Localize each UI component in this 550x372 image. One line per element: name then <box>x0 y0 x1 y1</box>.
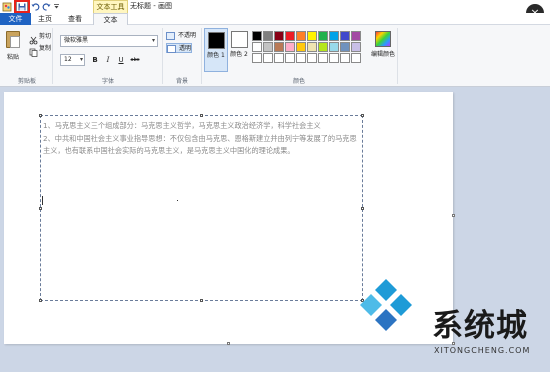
stray-dot <box>177 200 178 201</box>
font-size-value: 12 <box>64 56 72 63</box>
palette-swatch[interactable] <box>351 42 361 52</box>
palette-swatch[interactable] <box>263 42 273 52</box>
divider <box>201 28 202 84</box>
cut-button[interactable]: 剪切 <box>39 31 51 40</box>
clipboard-group-label: 剪贴板 <box>17 78 36 85</box>
resize-handle[interactable] <box>200 299 203 302</box>
paste-icon[interactable] <box>6 31 20 48</box>
edit-colors-icon <box>375 31 391 47</box>
divider <box>162 28 163 84</box>
strikethrough-button[interactable]: abc <box>128 54 142 66</box>
copy-icon <box>29 42 38 61</box>
palette-swatch[interactable] <box>318 53 328 63</box>
font-family-select[interactable]: 微软雅黑 ▾ <box>60 35 158 47</box>
palette-swatch[interactable] <box>296 42 306 52</box>
color2-swatch <box>231 31 248 48</box>
copy-button[interactable]: 复制 <box>39 43 51 52</box>
tab-text[interactable]: 文本 <box>93 13 128 25</box>
resize-handle[interactable] <box>39 207 42 210</box>
text-line: 1、马克思主义三个组成部分：马克思主义哲学，马克思主义政治经济学，科学社会主义 <box>43 121 321 130</box>
color1-label: 颜色 1 <box>207 52 225 59</box>
bold-button[interactable]: B <box>90 54 100 66</box>
divider <box>397 28 398 84</box>
color2-button[interactable]: 颜色 2 <box>228 28 252 72</box>
background-group-label: 背景 <box>175 78 188 85</box>
ribbon-tabs: 文件 主页 查看 文本 <box>0 13 550 25</box>
palette-swatch[interactable] <box>351 31 361 41</box>
palette-swatch[interactable] <box>296 53 306 63</box>
palette-swatch[interactable] <box>340 53 350 63</box>
underline-button[interactable]: U <box>116 54 126 66</box>
canvas-resize-handle[interactable] <box>452 214 455 217</box>
text-cursor <box>42 196 43 205</box>
palette-swatch[interactable] <box>274 42 284 52</box>
palette-swatch[interactable] <box>296 31 306 41</box>
font-size-select[interactable]: 12 ▾ <box>60 54 85 66</box>
text-line: 2、中共和中国社会主义事业指导思想：不仅包含由马克思、恩格斯建立并由列宁等发展了… <box>43 133 357 156</box>
edit-colors-button[interactable]: 编辑颜色 <box>370 29 395 73</box>
title-bar: 文本工具 无标题 - 画图 <box>0 0 550 31</box>
color1-button[interactable]: 颜色 1 <box>204 28 228 72</box>
edit-colors-label: 编辑颜色 <box>370 51 395 58</box>
canvas-resize-handle[interactable] <box>227 342 230 345</box>
palette-swatch[interactable] <box>252 31 262 41</box>
font-family-value: 微软雅黑 <box>64 37 89 44</box>
palette-swatch[interactable] <box>252 53 262 63</box>
palette-swatch[interactable] <box>274 53 284 63</box>
palette-swatch[interactable] <box>307 53 317 63</box>
color2-label: 颜色 2 <box>230 51 248 58</box>
resize-handle[interactable] <box>200 114 203 117</box>
customize-quick-access-icon[interactable] <box>52 1 60 12</box>
palette-swatch[interactable] <box>340 31 350 41</box>
palette-swatch[interactable] <box>285 42 295 52</box>
resize-handle[interactable] <box>361 114 364 117</box>
text-content: 1、马克思主义三个组成部分：马克思主义哲学，马克思主义政治经济学，科学社会主义 … <box>43 120 362 158</box>
palette-swatch[interactable] <box>307 31 317 41</box>
transparent-icon <box>167 45 176 53</box>
chevron-down-icon: ▾ <box>79 56 83 63</box>
palette-swatch[interactable] <box>274 31 284 41</box>
watermark-logo-icon <box>360 279 412 331</box>
paint-app-icon[interactable] <box>2 1 12 12</box>
redo-icon[interactable] <box>41 1 51 12</box>
resize-handle[interactable] <box>361 207 364 210</box>
color-palette <box>252 31 361 63</box>
palette-swatch[interactable] <box>318 31 328 41</box>
palette-swatch[interactable] <box>307 42 317 52</box>
palette-swatch[interactable] <box>263 31 273 41</box>
watermark-title: 系统城 <box>432 308 528 344</box>
palette-swatch[interactable] <box>329 42 339 52</box>
color1-swatch <box>208 32 225 49</box>
opaque-label: 不透明 <box>178 32 197 39</box>
tab-home[interactable]: 主页 <box>35 13 55 25</box>
palette-swatch[interactable] <box>329 53 339 63</box>
palette-swatch[interactable] <box>285 31 295 41</box>
transparent-option[interactable]: 透明 <box>166 43 192 53</box>
opaque-icon <box>166 32 175 40</box>
italic-button[interactable]: I <box>103 54 113 66</box>
text-tools-context-label: 文本工具 <box>93 0 128 13</box>
tab-file[interactable]: 文件 <box>0 13 31 25</box>
palette-swatch[interactable] <box>351 53 361 63</box>
divider <box>52 28 53 84</box>
font-group-label: 字体 <box>101 78 114 85</box>
palette-swatch[interactable] <box>252 42 262 52</box>
opaque-option[interactable]: 不透明 <box>166 31 196 41</box>
palette-swatch[interactable] <box>318 42 328 52</box>
palette-swatch[interactable] <box>285 53 295 63</box>
paste-button-label[interactable]: 粘贴 <box>7 52 19 61</box>
ribbon: 粘贴 剪切 复制 剪贴板 微软雅黑 ▾ 12 ▾ B I U abc 字体 不透… <box>0 25 550 87</box>
window-title: 无标题 - 画图 <box>130 2 172 10</box>
watermark-subtitle: XITONGCHENG.COM <box>434 346 531 355</box>
chevron-down-icon: ▾ <box>151 37 155 44</box>
text-box[interactable]: 1、马克思主义三个组成部分：马克思主义哲学，马克思主义政治经济学，科学社会主义 … <box>39 114 364 302</box>
colors-group-label: 颜色 <box>292 78 305 85</box>
tab-view[interactable]: 查看 <box>60 13 90 25</box>
resize-handle[interactable] <box>39 299 42 302</box>
palette-swatch[interactable] <box>329 31 339 41</box>
palette-swatch[interactable] <box>340 42 350 52</box>
palette-swatch[interactable] <box>263 53 273 63</box>
resize-handle[interactable] <box>39 114 42 117</box>
transparent-label: 透明 <box>179 45 192 52</box>
